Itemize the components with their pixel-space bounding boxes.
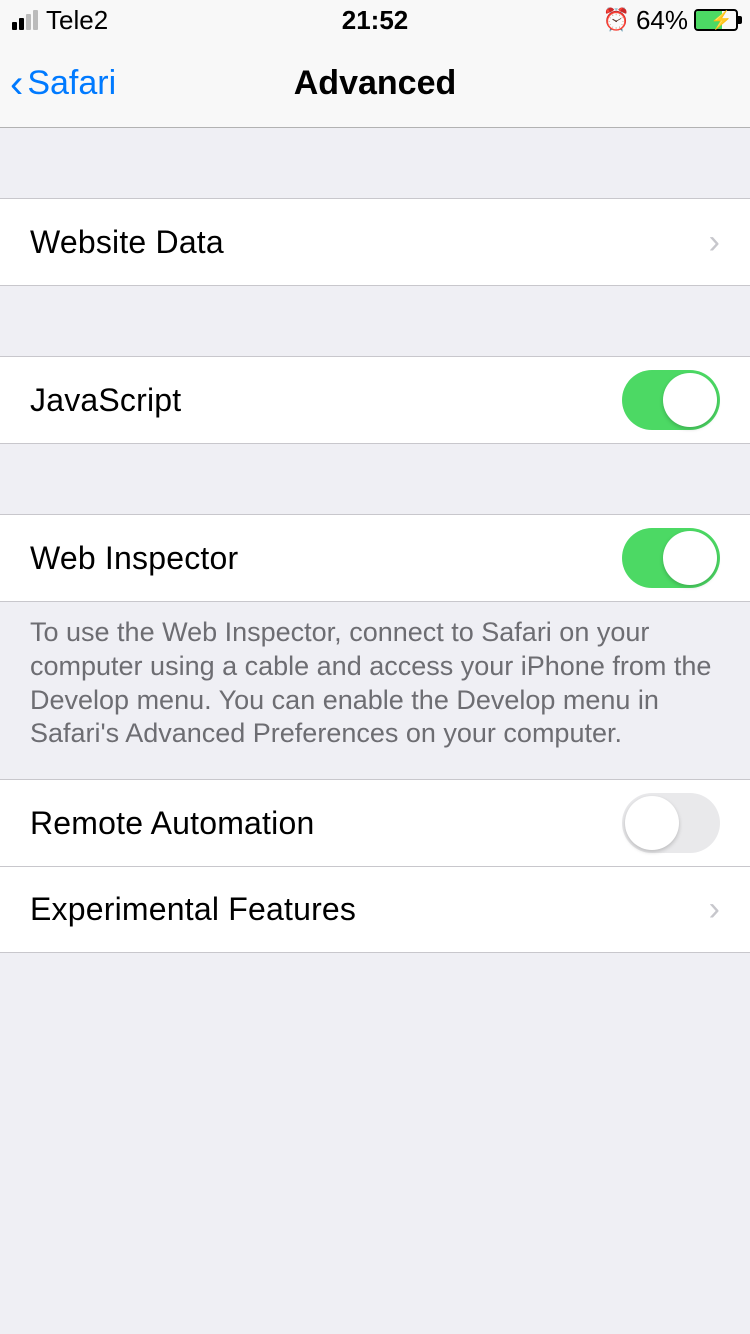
row-label: Website Data: [30, 224, 224, 261]
back-button[interactable]: ‹ Safari: [10, 64, 116, 104]
row-label: Web Inspector: [30, 540, 238, 577]
row-remote-automation: Remote Automation: [0, 780, 750, 866]
section-javascript: JavaScript: [0, 356, 750, 444]
status-right: ⏰ 64% ⚡: [603, 5, 738, 36]
navigation-bar: ‹ Safari Advanced: [0, 40, 750, 128]
chevron-right-icon: ›: [709, 890, 720, 929]
carrier-label: Tele2: [46, 5, 108, 36]
row-label: JavaScript: [30, 382, 181, 419]
status-bar: Tele2 21:52 ⏰ 64% ⚡: [0, 0, 750, 40]
alarm-icon: ⏰: [603, 7, 630, 33]
page-title: Advanced: [294, 64, 457, 103]
section-remote-experimental: Remote Automation Experimental Features …: [0, 779, 750, 953]
battery-icon: ⚡: [694, 9, 738, 31]
battery-percentage: 64%: [636, 5, 688, 36]
remote-automation-toggle[interactable]: [622, 793, 720, 853]
chevron-right-icon: ›: [709, 223, 720, 262]
row-label: Experimental Features: [30, 891, 356, 928]
clock-label: 21:52: [342, 5, 409, 36]
settings-content: Website Data › JavaScript Web Inspector …: [0, 128, 750, 953]
row-experimental-features[interactable]: Experimental Features ›: [0, 866, 750, 952]
signal-strength-icon: [12, 10, 38, 30]
switch-knob: [663, 531, 717, 585]
switch-knob: [625, 796, 679, 850]
chevron-left-icon: ‹: [10, 64, 23, 104]
switch-knob: [663, 373, 717, 427]
section-web-inspector: Web Inspector: [0, 514, 750, 602]
web-inspector-footer: To use the Web Inspector, connect to Saf…: [0, 602, 750, 779]
web-inspector-toggle[interactable]: [622, 528, 720, 588]
status-left: Tele2: [12, 5, 108, 36]
charging-icon: ⚡: [710, 10, 732, 31]
section-website-data: Website Data ›: [0, 198, 750, 286]
row-web-inspector: Web Inspector: [0, 515, 750, 601]
row-javascript: JavaScript: [0, 357, 750, 443]
back-label: Safari: [27, 64, 116, 103]
row-label: Remote Automation: [30, 805, 314, 842]
javascript-toggle[interactable]: [622, 370, 720, 430]
row-website-data[interactable]: Website Data ›: [0, 199, 750, 285]
